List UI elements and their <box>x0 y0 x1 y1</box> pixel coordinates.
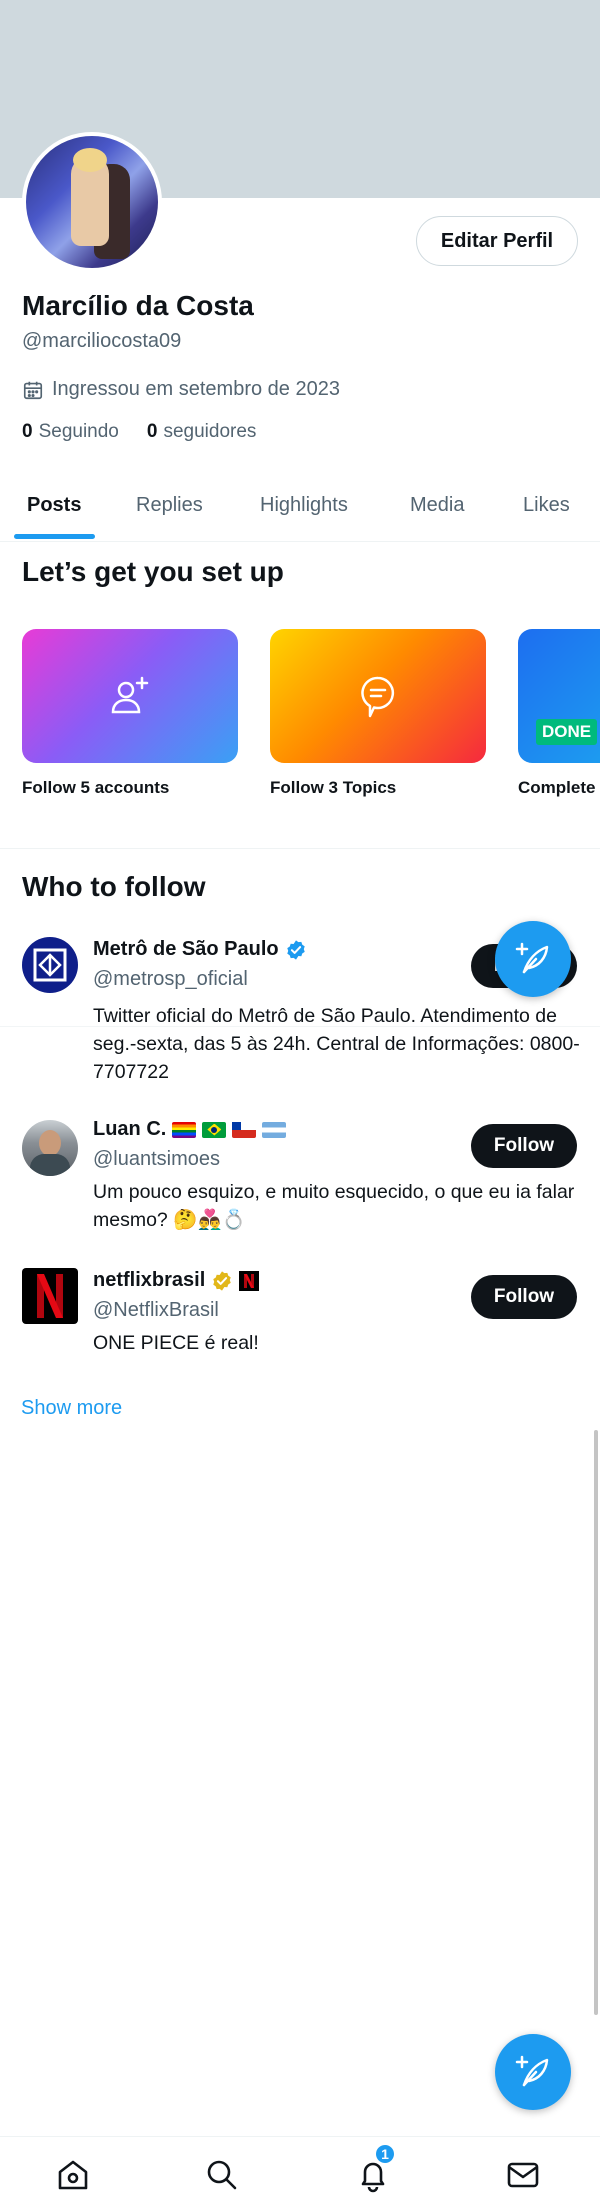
tab-replies[interactable]: Replies <box>136 494 203 517</box>
brazil-flag-icon <box>202 1121 227 1138</box>
messages-icon[interactable] <box>505 2157 541 2193</box>
person-add-icon <box>111 676 149 714</box>
user-name[interactable]: Luan C. <box>93 1118 287 1141</box>
topic-bubble-icon <box>361 676 395 718</box>
show-more-link[interactable]: Show more <box>21 1397 122 1420</box>
edit-profile-button[interactable]: Editar Perfil <box>416 216 578 266</box>
follow-stats: 0 Seguindo 0 seguidores <box>22 421 256 443</box>
notification-count-badge: 1 <box>374 2143 396 2165</box>
follow-button[interactable]: Follow <box>471 1275 577 1319</box>
metro-logo-icon <box>33 948 67 982</box>
chile-flag-icon <box>232 1121 257 1138</box>
profile-avatar[interactable] <box>22 132 162 272</box>
user-handle: @luantsimoes <box>93 1148 221 1170</box>
setup-card-follow-accounts[interactable] <box>22 629 238 763</box>
setup-card-label: Complete <box>518 778 596 797</box>
followers-link[interactable]: 0 seguidores <box>147 421 257 443</box>
avatar[interactable] <box>22 1120 78 1176</box>
profile-handle: @marciliocosta09 <box>22 330 182 352</box>
setup-card-follow-topics[interactable] <box>270 629 486 763</box>
tab-highlights[interactable]: Highlights <box>260 494 348 517</box>
section-divider <box>0 848 600 849</box>
verified-badge-icon <box>213 1270 231 1291</box>
user-handle: @NetflixBrasil <box>93 1299 219 1321</box>
tab-likes[interactable]: Likes <box>523 494 570 517</box>
following-link[interactable]: 0 Seguindo <box>22 421 119 443</box>
avatar[interactable] <box>22 937 78 993</box>
netflix-affiliate-icon <box>239 1270 260 1291</box>
compose-post-button[interactable] <box>495 921 571 997</box>
profile-name: Marcílio da Costa <box>22 290 254 321</box>
bottom-navigation <box>0 2136 600 2210</box>
who-to-follow-title: Who to follow <box>22 871 206 902</box>
netflix-logo-icon <box>37 1274 63 1318</box>
compose-post-button[interactable] <box>495 2034 571 2110</box>
joined-text: Ingressou em setembro de 2023 <box>52 378 340 400</box>
profile-tabs: Posts Replies Highlights Media Likes <box>0 480 600 542</box>
tab-media[interactable]: Media <box>410 494 464 517</box>
feather-plus-icon <box>515 2055 549 2087</box>
done-badge: DONE <box>536 719 598 745</box>
setup-card-complete-profile[interactable]: DONE <box>518 629 600 763</box>
user-bio: Twitter oficial do Metrô de São Paulo. A… <box>93 1005 580 1083</box>
search-icon[interactable] <box>204 2157 240 2193</box>
avatar[interactable] <box>22 1268 78 1324</box>
active-tab-indicator <box>14 534 95 539</box>
user-handle: @metrosp_oficial <box>93 968 248 990</box>
rainbow-flag-icon <box>172 1121 197 1138</box>
user-bio: Um pouco esquizo, e muito esquecido, o q… <box>93 1181 575 1231</box>
follow-button[interactable]: Follow <box>471 1124 577 1168</box>
setup-card-label: Follow 5 accounts <box>22 778 170 797</box>
tab-posts[interactable]: Posts <box>27 494 81 517</box>
verified-badge-icon <box>286 939 305 960</box>
scrollbar[interactable] <box>594 1430 598 2015</box>
user-name[interactable]: netflixbrasil <box>93 1269 260 1292</box>
row-divider <box>0 1026 600 1027</box>
argentina-flag-icon <box>262 1121 287 1138</box>
user-bio: ONE PIECE é real! <box>93 1332 259 1354</box>
calendar-icon <box>23 381 43 399</box>
user-name[interactable]: Metrô de São Paulo <box>93 938 307 961</box>
feather-plus-icon <box>515 942 549 974</box>
setup-card-label: Follow 3 Topics <box>270 778 397 797</box>
joined-date: Ingressou em setembro de 2023 <box>22 378 340 401</box>
home-icon[interactable] <box>55 2157 91 2193</box>
setup-title: Let’s get you set up <box>22 556 284 587</box>
